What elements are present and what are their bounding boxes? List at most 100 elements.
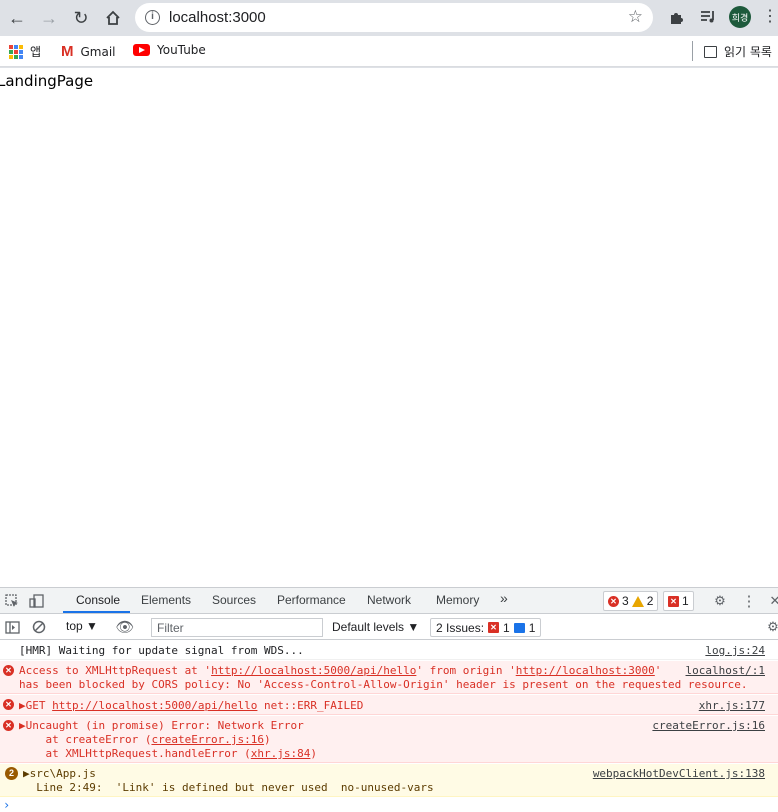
tab-memory[interactable]: Memory: [436, 593, 479, 607]
reload-icon: ↻: [73, 7, 89, 28]
issue-error-icon: ✕: [668, 595, 679, 607]
message-line: has been blocked by CORS policy: No 'Acc…: [19, 678, 748, 691]
message-line[interactable]: ▶Uncaught (in promise) Error: Network Er…: [19, 719, 304, 732]
console-toolbar: top ▼ 👁 Default levels ▼ 2 Issues: ✕ 1 1…: [0, 614, 778, 640]
console-error-message: ✕ ▶Uncaught (in promise) Error: Network …: [0, 716, 778, 763]
text-segment: ▶GET: [19, 699, 53, 712]
stack-frame: at createError (createError.js:16): [19, 733, 271, 746]
source-link[interactable]: log.js:24: [705, 644, 765, 657]
text-segment: net::ERR_FAILED: [257, 699, 364, 712]
forward-button[interactable]: →: [36, 5, 62, 31]
inspect-element-icon[interactable]: [3, 592, 21, 610]
bookmark-separator: [692, 41, 693, 61]
source-link[interactable]: xhr.js:177: [699, 699, 765, 712]
issues-button[interactable]: 2 Issues: ✕ 1 1: [430, 618, 542, 637]
profile-avatar[interactable]: 희경: [729, 6, 751, 28]
console-settings-gear-icon[interactable]: ⚙: [764, 618, 778, 636]
context-selector[interactable]: top ▼: [66, 619, 98, 633]
error-icon: ✕: [608, 595, 619, 607]
text-segment: at createError (: [19, 733, 152, 746]
arrow-right-icon: →: [40, 7, 58, 28]
live-expression-eye-icon[interactable]: 👁: [115, 618, 134, 636]
message-line[interactable]: ▶src\App.js: [23, 767, 96, 780]
media-control-button[interactable]: [696, 5, 720, 29]
arrow-left-icon: ←: [8, 7, 26, 28]
navigation-row: ← → ↻ i localhost:3000 ☆ 희경 ⋮: [0, 0, 778, 36]
active-tab-indicator: [63, 611, 130, 613]
close-devtools-icon[interactable]: ✕: [766, 592, 778, 610]
settings-gear-icon[interactable]: ⚙: [711, 592, 729, 610]
source-link[interactable]: localhost/:1: [686, 664, 765, 677]
bookmark-gmail[interactable]: M Gmail: [61, 43, 116, 60]
device-toolbar-icon[interactable]: [28, 592, 46, 610]
bookmark-youtube[interactable]: YouTube: [133, 43, 206, 57]
message-line[interactable]: ▶GET http://localhost:5000/api/hello net…: [19, 699, 363, 712]
bookmark-star-icon[interactable]: ☆: [628, 7, 643, 27]
browser-top-bar: ← → ↻ i localhost:3000 ☆ 희경 ⋮ 앱 M Gmail …: [0, 0, 778, 68]
bookmark-label: Gmail: [80, 44, 116, 59]
back-button[interactable]: ←: [4, 5, 30, 31]
browser-menu-icon[interactable]: ⋮: [762, 6, 778, 26]
reading-list-icon: [704, 45, 717, 58]
tab-elements[interactable]: Elements: [141, 593, 191, 607]
puzzle-icon: [670, 12, 683, 24]
error-icon: ✕: [3, 699, 14, 710]
devtools-menu-icon[interactable]: ⋮: [740, 592, 758, 610]
error-icon: ✕: [3, 665, 14, 676]
console-output: [HMR] Waiting for update signal from WDS…: [0, 641, 778, 812]
issues-counter[interactable]: ✕ 1: [663, 591, 694, 611]
more-tabs-button[interactable]: »: [500, 590, 508, 606]
message-text: [HMR] Waiting for update signal from WDS…: [19, 644, 304, 657]
apps-grid-icon: [9, 44, 23, 59]
reading-list-label: 읽기 목록: [724, 45, 772, 59]
console-filter-input[interactable]: [151, 618, 323, 637]
landing-page-text: LandingPage: [0, 72, 94, 90]
issue-error-icon: ✕: [488, 622, 500, 633]
url-link[interactable]: http://localhost:3000: [516, 664, 655, 677]
stack-link[interactable]: xhr.js:84: [251, 747, 311, 760]
text-segment: at XMLHttpRequest.handleError (: [19, 747, 251, 760]
home-button[interactable]: [100, 5, 126, 31]
error-icon: ✕: [3, 720, 14, 731]
console-warning-message: 2 ▶src\App.js Line 2:49: 'Link' is defin…: [0, 764, 778, 797]
text-segment: Access to XMLHttpRequest at ': [19, 664, 212, 677]
clear-console-icon[interactable]: [30, 618, 48, 636]
tab-network[interactable]: Network: [367, 593, 411, 607]
console-prompt[interactable]: ›: [3, 798, 10, 812]
playlist-icon: [701, 11, 714, 23]
stack-frame: at XMLHttpRequest.handleError (xhr.js:84…: [19, 747, 317, 760]
issues-error-count: 1: [503, 620, 510, 635]
text-segment: ): [310, 747, 318, 760]
source-link[interactable]: webpackHotDevClient.js:138: [593, 767, 765, 780]
bookmarks-bar: 앱 M Gmail YouTube 읽기 목록: [0, 36, 778, 67]
youtube-icon: [133, 44, 150, 56]
bookmark-label: 앱: [30, 45, 42, 59]
warning-icon: [631, 595, 644, 607]
source-link[interactable]: createError.js:16: [652, 719, 765, 732]
url-text: localhost:3000: [169, 9, 266, 26]
stack-link[interactable]: createError.js:16: [151, 733, 264, 746]
message-line: Line 2:49: 'Link' is defined but never u…: [23, 781, 434, 794]
bookmark-label: YouTube: [157, 43, 206, 57]
tab-sources[interactable]: Sources: [212, 593, 256, 607]
url-link[interactable]: http://localhost:5000/api/hello: [211, 664, 416, 677]
log-levels-dropdown[interactable]: Default levels ▼: [332, 620, 419, 634]
issues-info-count: 1: [528, 620, 536, 635]
error-count: 3: [622, 594, 629, 608]
issues-label: 2 Issues:: [436, 620, 485, 635]
console-error-message: ✕ Access to XMLHttpRequest at 'http://lo…: [0, 661, 778, 694]
tab-console[interactable]: Console: [76, 593, 120, 607]
reload-button[interactable]: ↻: [68, 5, 94, 31]
extensions-button[interactable]: [664, 5, 688, 29]
warning-repeat-badge: 2: [5, 767, 18, 780]
text-segment: ' from origin ': [416, 664, 516, 677]
show-sidebar-icon[interactable]: [3, 618, 21, 636]
url-link[interactable]: http://localhost:5000/api/hello: [52, 699, 257, 712]
bookmark-apps[interactable]: 앱: [9, 43, 41, 60]
site-info-icon[interactable]: i: [145, 10, 160, 25]
reading-list-button[interactable]: 읽기 목록: [704, 43, 772, 60]
error-warning-counter[interactable]: ✕ 3 2: [603, 591, 659, 611]
text-segment: ): [264, 733, 271, 746]
address-bar[interactable]: i localhost:3000 ☆: [135, 3, 653, 32]
tab-performance[interactable]: Performance: [277, 593, 346, 607]
